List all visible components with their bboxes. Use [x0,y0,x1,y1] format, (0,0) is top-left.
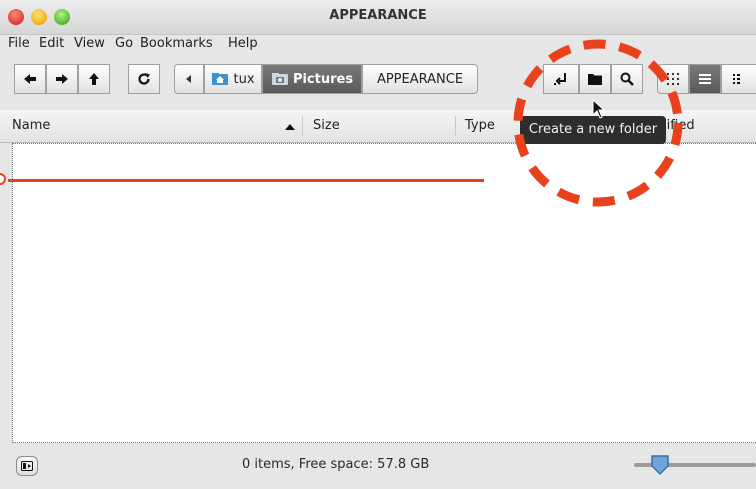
arrow-up-icon [89,73,99,85]
status-text: 0 items, Free space: 57.8 GB [242,457,430,472]
window-title: APPEARANCE [329,8,427,23]
breadcrumb-pictures[interactable]: Pictures [262,64,362,94]
sort-ascending-icon [285,124,295,130]
reload-icon [138,73,150,85]
menu-go[interactable]: Go [115,36,133,51]
forward-button[interactable] [46,64,78,94]
up-button[interactable] [78,64,110,94]
annotation-line [8,179,484,182]
column-name-header[interactable]: Name [12,118,50,133]
compact-view-button[interactable] [721,64,756,94]
compact-icon [733,74,740,84]
breadcrumb-appearance[interactable]: APPEARANCE [362,64,478,94]
home-folder-icon [212,73,229,85]
column-type-header[interactable]: Type [465,118,495,133]
breadcrumb-scroll-left[interactable] [174,64,204,94]
zoom-slider-handle[interactable] [650,454,670,476]
status-bar: 0 items, Free space: 57.8 GB [0,446,756,489]
annotation-dot [0,173,6,185]
list-view-button[interactable] [689,64,721,94]
arrow-right-icon [56,74,68,84]
annotation-circle [513,39,683,207]
menu-file[interactable]: File [8,36,30,51]
reload-button[interactable] [128,64,160,94]
back-button[interactable] [14,64,46,94]
menu-view[interactable]: View [74,36,105,51]
title-bar: APPEARANCE [0,0,756,35]
column-separator[interactable] [455,116,456,136]
menu-help[interactable]: Help [228,36,258,51]
breadcrumb-appearance-label: APPEARANCE [376,71,464,87]
menu-bookmarks[interactable]: Bookmarks [140,36,213,51]
toggle-sidebar-button[interactable] [16,456,38,476]
chevron-left-icon [186,75,191,83]
column-separator[interactable] [302,116,303,136]
breadcrumb-pictures-label: Pictures [292,71,354,87]
breadcrumb-tux[interactable]: tux [204,64,262,94]
menu-edit[interactable]: Edit [39,36,64,51]
sidebar-icon [21,461,33,471]
breadcrumb-tux-label: tux [233,71,255,87]
column-size-header[interactable]: Size [313,118,340,133]
list-icon [699,74,711,84]
pictures-folder-icon [271,73,288,85]
file-manager-window: APPEARANCE File Edit View Go Bookmarks H… [0,0,756,489]
arrow-left-icon [24,74,36,84]
